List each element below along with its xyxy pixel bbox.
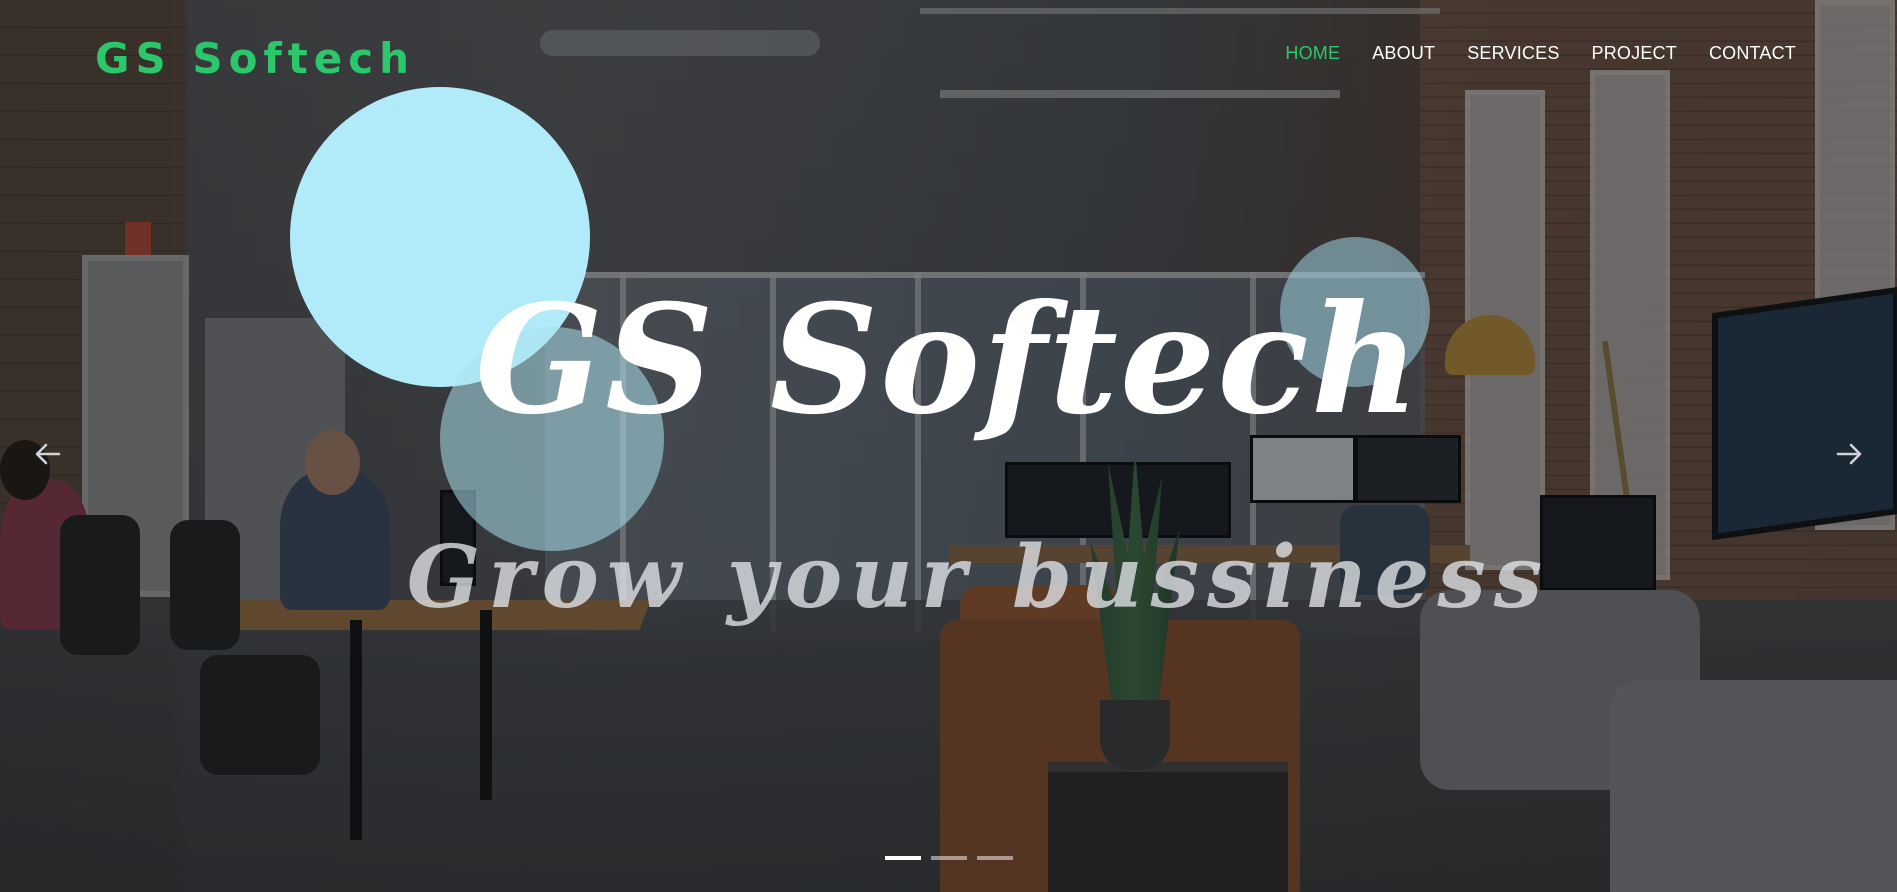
nav-item-project: PROJECT — [1592, 43, 1677, 64]
nav-menu: HOME ABOUT SERVICES PROJECT CONTACT — [1253, 43, 1796, 64]
navbar: GS Softech HOME ABOUT SERVICES PROJECT C… — [0, 0, 1897, 110]
nav-link-contact[interactable]: CONTACT — [1709, 43, 1796, 63]
carousel-indicator-2[interactable] — [930, 856, 967, 860]
nav-link-services[interactable]: SERVICES — [1467, 43, 1559, 63]
hero-carousel: GS Softech Grow your bussiness GS Softec… — [0, 0, 1897, 892]
arrow-left-icon — [35, 443, 61, 465]
carousel-indicator-3[interactable] — [976, 856, 1013, 860]
brand-logo-link[interactable]: GS Softech — [95, 34, 415, 83]
nav-item-contact: CONTACT — [1709, 43, 1796, 64]
nav-link-project[interactable]: PROJECT — [1592, 43, 1677, 63]
carousel-prev-button[interactable] — [28, 432, 68, 476]
nav-link-home[interactable]: HOME — [1285, 43, 1340, 63]
nav-item-about: ABOUT — [1372, 43, 1435, 64]
hero-subtitle: Grow your bussiness — [406, 527, 1551, 628]
nav-item-services: SERVICES — [1467, 43, 1559, 64]
carousel-next-button[interactable] — [1829, 432, 1869, 476]
nav-item-home: HOME — [1285, 43, 1340, 64]
arrow-right-icon — [1836, 443, 1862, 465]
carousel-indicators — [0, 856, 1897, 860]
nav-link-about[interactable]: ABOUT — [1372, 43, 1435, 63]
carousel-indicator-1[interactable] — [884, 856, 921, 860]
hero-title: GS Softech — [475, 272, 1422, 448]
